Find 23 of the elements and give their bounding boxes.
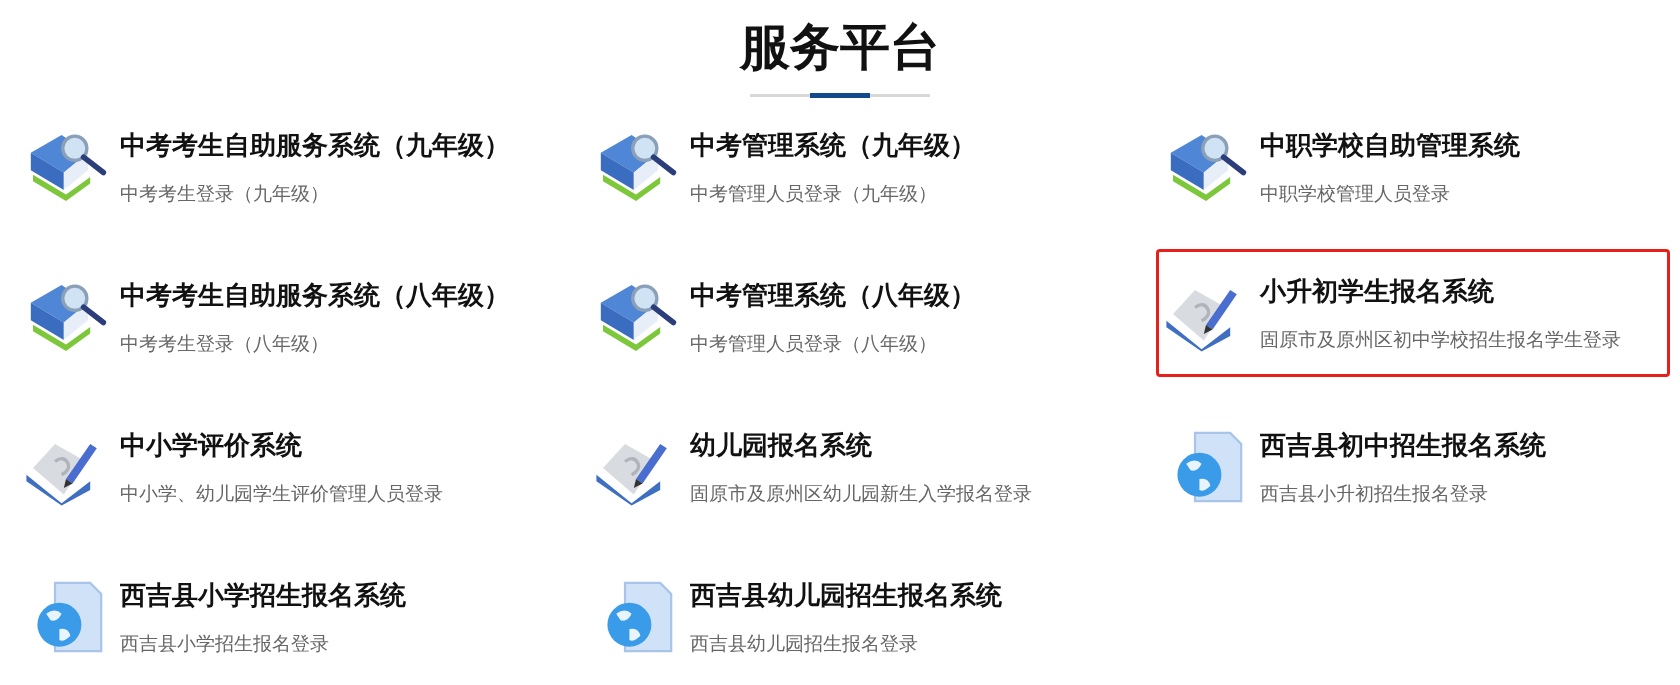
system-description: 中考管理人员登录（八年级）	[690, 330, 938, 356]
system-description: 中职学校管理人员登录	[1260, 180, 1451, 206]
section-heading: 服务平台	[740, 17, 940, 78]
system-description: 固原市及原州区幼儿园新生入学报名登录	[690, 480, 1032, 506]
system-description: 固原市及原州区初中学校招生报名学生登录	[1260, 326, 1621, 352]
system-link[interactable]: 西吉县幼儿园招生报名系统	[690, 577, 1002, 613]
system-link[interactable]: 幼儿园报名系统	[690, 427, 1032, 463]
system-link[interactable]: 西吉县小学招生报名系统	[120, 577, 406, 613]
system-link[interactable]: 中考考生自助服务系统（八年级）	[120, 277, 510, 313]
system-description: 西吉县小学招生报名登录	[120, 630, 330, 656]
system-description: 西吉县幼儿园招生报名登录	[690, 630, 919, 656]
system-link[interactable]: 中考管理系统（九年级）	[690, 127, 976, 163]
system-link[interactable]: 中小学评价系统	[120, 427, 443, 463]
system-description: 中小学、幼儿园学生评价管理人员登录	[120, 480, 443, 506]
system-link[interactable]: 中考考生自助服务系统（九年级）	[120, 127, 510, 163]
system-link[interactable]: 中考管理系统（八年级）	[690, 277, 976, 313]
system-description: 中考管理人员登录（九年级）	[690, 180, 938, 206]
system-description: 中考考生登录（八年级）	[120, 330, 330, 356]
system-link[interactable]: 西吉县初中招生报名系统	[1260, 427, 1546, 463]
system-description: 中考考生登录（九年级）	[120, 180, 330, 206]
system-link[interactable]: 中职学校自助管理系统	[1260, 127, 1520, 163]
system-link[interactable]: 小升初学生报名系统	[1260, 273, 1621, 309]
system-description: 西吉县小升初招生报名登录	[1260, 480, 1489, 506]
